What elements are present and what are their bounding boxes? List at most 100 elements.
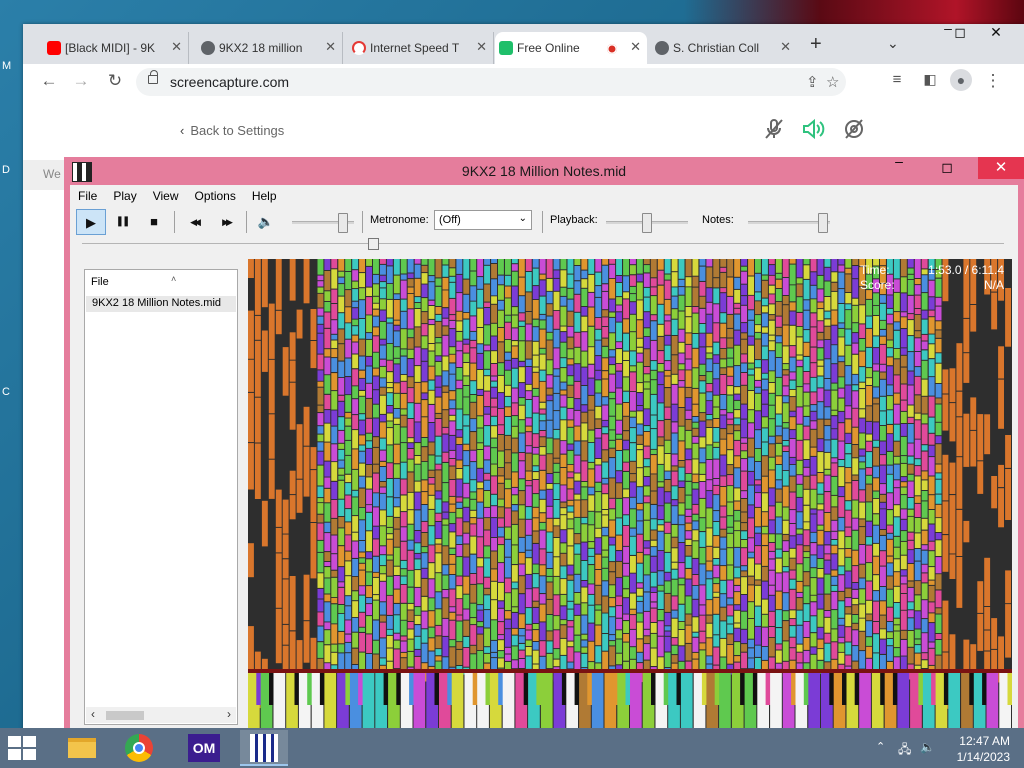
system-clock[interactable]: 12:47 AM 1/14/2023 xyxy=(957,733,1010,765)
menu-file[interactable]: File xyxy=(70,185,105,205)
horizontal-scrollbar[interactable]: ‹ › xyxy=(86,707,236,723)
playback-label: Playback: xyxy=(550,214,598,226)
play-button[interactable]: ▶ xyxy=(76,209,106,235)
slider-thumb[interactable] xyxy=(338,213,348,233)
show-hidden-icons[interactable]: ⌃ xyxy=(876,740,885,753)
desktop-icon-label[interactable]: D xyxy=(2,164,10,176)
seek-thumb[interactable] xyxy=(368,238,379,250)
browser-tab[interactable]: 9KX2 18 million ✕ xyxy=(197,32,343,64)
tab-title: Internet Speed T xyxy=(370,41,460,55)
menu-view[interactable]: View xyxy=(145,185,187,205)
toolbar-separator xyxy=(174,211,175,233)
side-panel-icon[interactable]: ◧ xyxy=(918,71,942,88)
camera-off-icon[interactable] xyxy=(843,118,865,146)
app-minimize-button[interactable]: ‒ xyxy=(884,153,914,169)
share-icon[interactable]: ⇪ xyxy=(806,73,819,91)
chevron-left-icon: ‹ xyxy=(180,123,185,138)
seek-bar[interactable] xyxy=(82,238,1004,250)
browser-toolbar: ← → ↻ screencapture.com ⇪ ☆ ≡ ◧ ● ⋮ xyxy=(23,64,1024,101)
slider-thumb[interactable] xyxy=(818,213,828,233)
file-column-header[interactable]: File ˄ xyxy=(91,274,176,288)
toolbar-separator xyxy=(362,211,363,233)
falling-notes-canvas xyxy=(248,259,1012,729)
close-tab-icon[interactable]: ✕ xyxy=(630,39,641,55)
chrome-menu-icon[interactable]: ⋮ xyxy=(981,71,1005,91)
notes-slider[interactable] xyxy=(748,213,830,233)
desktop-icon-label[interactable]: M xyxy=(2,60,11,72)
score-label: Score: xyxy=(860,278,895,292)
piano-icon xyxy=(250,734,278,762)
menu-help[interactable]: Help xyxy=(244,185,285,205)
taskbar-piano-app[interactable] xyxy=(240,730,288,766)
tab-title: 9KX2 18 million xyxy=(219,41,303,55)
close-tab-icon[interactable]: ✕ xyxy=(780,39,791,55)
app-close-button[interactable]: ✕ xyxy=(978,157,1024,179)
menu-bar: File Play View Options Help xyxy=(70,185,1018,205)
tab-title: [Black MIDI] - 9K xyxy=(65,41,156,55)
note-visualizer: Time: 1:53.0 / 6:11.4 Score: N/A xyxy=(248,259,1012,729)
close-window-button[interactable]: ✕ xyxy=(981,24,1011,41)
scroll-left-icon[interactable]: ‹ xyxy=(91,707,95,721)
volume-icon[interactable]: 🔈 xyxy=(252,209,280,235)
app-body: File Play View Options Help ▶ ❚❚ ■ ◀◀ ▶▶… xyxy=(70,185,1018,729)
tab-strip: [Black MIDI] - 9K ✕ 9KX2 18 million ✕ In… xyxy=(23,24,1024,64)
taskbar: OM ⌃ 🖧 🔈 12:47 AM 1/14/2023 xyxy=(0,728,1024,768)
menu-options[interactable]: Options xyxy=(186,185,243,205)
address-bar[interactable]: screencapture.com ⇪ ☆ xyxy=(136,68,846,96)
forward-button[interactable]: → xyxy=(69,71,93,91)
back-button[interactable]: ← xyxy=(37,71,61,91)
address-url: screencapture.com xyxy=(170,74,290,90)
playback-toolbar: ▶ ❚❚ ■ ◀◀ ▶▶ 🔈 Metronome: (Off) ⌄ Playba… xyxy=(70,207,1018,237)
sort-ascending-icon: ˄ xyxy=(171,274,177,284)
close-tab-icon[interactable]: ✕ xyxy=(171,39,182,55)
pause-button[interactable]: ❚❚ xyxy=(108,209,136,235)
bookmark-star-icon[interactable]: ☆ xyxy=(826,73,839,91)
om-icon: OM xyxy=(188,734,220,762)
file-list-panel: File ˄ 9KX2 18 Million Notes.mid ‹ › xyxy=(84,269,238,725)
maximize-button[interactable]: ◻ xyxy=(945,24,975,41)
youtube-icon xyxy=(47,41,61,55)
menu-play[interactable]: Play xyxy=(105,185,144,205)
taskbar-chrome[interactable] xyxy=(116,730,164,766)
rewind-button[interactable]: ◀◀ xyxy=(180,209,208,235)
taskbar-file-explorer[interactable] xyxy=(58,730,106,766)
start-button[interactable] xyxy=(8,736,38,760)
time-score-overlay: Time: 1:53.0 / 6:11.4 Score: N/A xyxy=(860,263,1004,293)
taskbar-om[interactable]: OM xyxy=(180,730,228,766)
reload-button[interactable]: ↻ xyxy=(103,71,127,91)
profile-avatar-icon[interactable]: ● xyxy=(949,69,973,91)
media-control-icon[interactable]: ≡ xyxy=(885,71,909,88)
lock-icon xyxy=(148,70,158,84)
app-maximize-button[interactable]: ◻ xyxy=(932,159,962,176)
network-icon[interactable]: 🖧 xyxy=(898,740,911,761)
metronome-select[interactable]: (Off) ⌄ xyxy=(434,210,532,230)
score-value: N/A xyxy=(983,278,1004,292)
desktop-icon-label[interactable]: C xyxy=(2,386,10,398)
browser-tab-active[interactable]: Free Online ✕ xyxy=(495,32,647,64)
tab-search-button[interactable]: ⌄ xyxy=(887,35,899,52)
back-to-settings-link[interactable]: ‹ Back to Settings xyxy=(180,123,284,138)
slider-thumb[interactable] xyxy=(642,213,652,233)
browser-tab[interactable]: S. Christian Coll ✕ xyxy=(651,32,797,64)
scroll-right-icon[interactable]: › xyxy=(227,707,231,721)
speaker-icon[interactable] xyxy=(801,118,827,146)
new-tab-button[interactable]: + xyxy=(810,34,822,54)
time-value: 1:53.0 / 6:11.4 xyxy=(928,263,1004,277)
tab-title: Free Online xyxy=(517,41,580,55)
browser-tab[interactable]: Internet Speed T ✕ xyxy=(348,32,494,64)
metronome-label: Metronome: xyxy=(370,214,429,226)
close-tab-icon[interactable]: ✕ xyxy=(476,39,487,55)
desktop-wallpaper-corner xyxy=(684,0,1024,24)
playback-speed-slider[interactable] xyxy=(606,213,688,233)
list-item[interactable]: 9KX2 18 Million Notes.mid xyxy=(86,296,236,312)
microphone-muted-icon[interactable] xyxy=(763,118,785,146)
scrollbar-thumb[interactable] xyxy=(106,711,144,720)
back-link-label: Back to Settings xyxy=(190,123,285,138)
browser-tab[interactable]: [Black MIDI] - 9K ✕ xyxy=(43,32,189,64)
fast-forward-button[interactable]: ▶▶ xyxy=(212,209,240,235)
close-tab-icon[interactable]: ✕ xyxy=(325,39,336,55)
dropdown-arrow-icon: ⌄ xyxy=(518,213,527,224)
volume-slider[interactable] xyxy=(292,213,354,233)
stop-button[interactable]: ■ xyxy=(140,209,168,235)
volume-tray-icon[interactable]: 🔈 xyxy=(920,740,935,754)
